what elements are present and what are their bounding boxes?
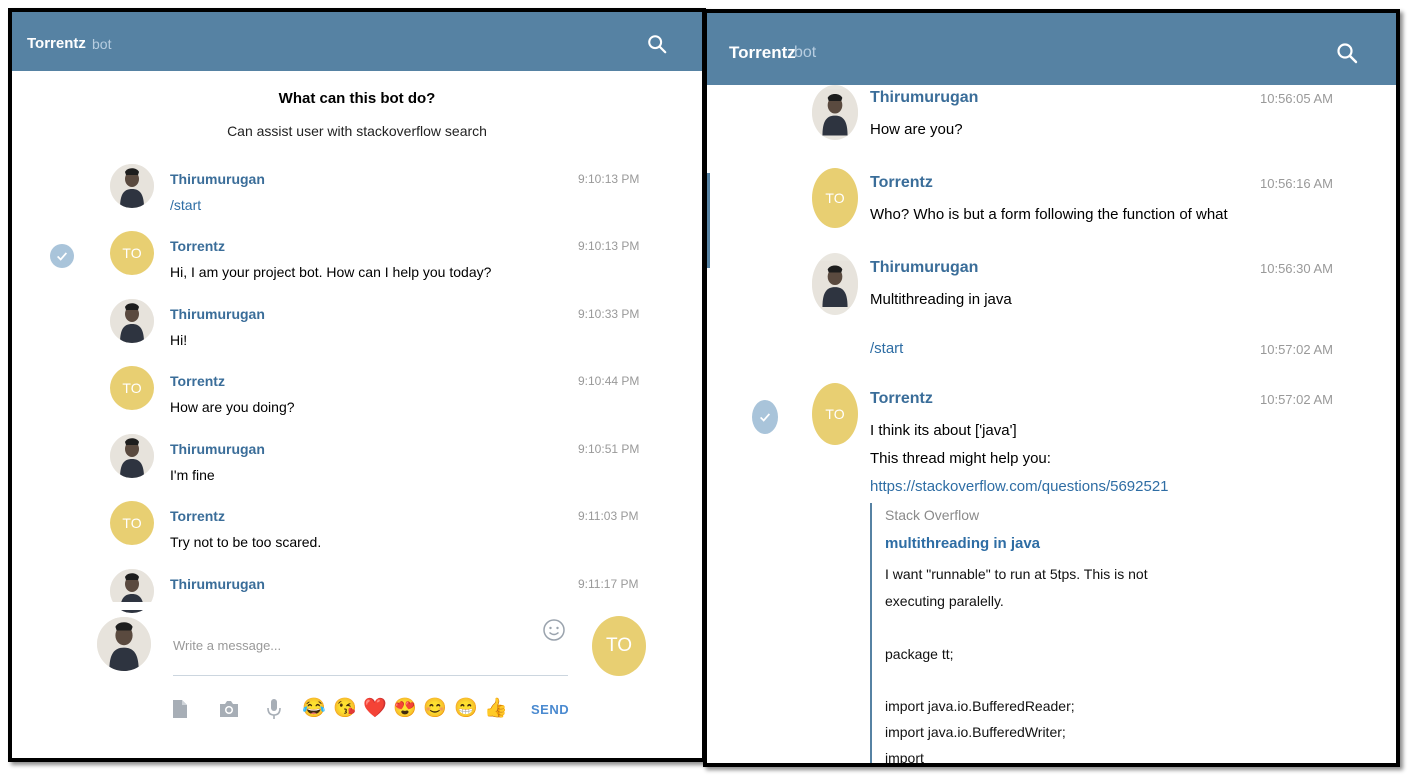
message-sender[interactable]: Thirumurugan xyxy=(870,89,978,107)
emoji-thumbs-up-icon[interactable]: 👍 xyxy=(484,698,508,720)
message-text: I'm fine xyxy=(170,467,215,483)
user-avatar[interactable] xyxy=(812,85,858,140)
message-sender[interactable]: Thirumurugan xyxy=(170,306,265,322)
user-avatar[interactable] xyxy=(110,434,154,478)
current-user-avatar[interactable] xyxy=(97,617,151,671)
selected-check-icon[interactable] xyxy=(50,244,74,268)
emoji-heart-eyes-icon[interactable]: 😍 xyxy=(393,698,417,720)
emoji-grin-icon[interactable]: 😁 xyxy=(454,698,478,720)
bot-avatar[interactable]: TO xyxy=(110,366,154,410)
attach-file-icon[interactable] xyxy=(169,698,191,720)
bot-intro-description: Can assist user with stackoverflow searc… xyxy=(227,123,487,139)
chat-title[interactable]: Torrentz xyxy=(27,35,86,52)
preview-line: executing paralelly. xyxy=(885,593,1004,609)
message-sender[interactable]: Torrentz xyxy=(170,238,225,254)
chat-subtitle: bot xyxy=(92,36,112,52)
message-time: 9:10:44 PM xyxy=(578,374,640,388)
message-input[interactable] xyxy=(173,615,568,676)
message-text: This thread might help you: xyxy=(870,450,1051,467)
user-avatar[interactable] xyxy=(812,253,858,315)
message-text: Who? Who is but a form following the fun… xyxy=(870,206,1228,223)
message-time: 10:56:30 AM xyxy=(1260,261,1333,276)
message-sender[interactable]: Torrentz xyxy=(170,373,225,389)
preview-line: package tt; xyxy=(885,646,954,662)
scroll-indicator[interactable] xyxy=(707,173,710,268)
message-text: Hi, I am your project bot. How can I hel… xyxy=(170,264,492,280)
message-time: 9:11:03 PM xyxy=(578,509,639,523)
message-sender[interactable]: Torrentz xyxy=(870,390,933,408)
message-sender[interactable]: Thirumurugan xyxy=(170,441,265,457)
message-time: 9:10:51 PM xyxy=(578,442,640,456)
message-text[interactable]: /start xyxy=(170,197,201,213)
send-button[interactable]: SEND xyxy=(531,702,569,717)
link-preview[interactable]: Stack Overflow multithreading in java I … xyxy=(870,503,1392,763)
preview-site-name: Stack Overflow xyxy=(885,507,980,523)
preview-line: import xyxy=(885,750,924,766)
selected-check-icon[interactable] xyxy=(752,400,778,434)
chat-title[interactable]: Torrentz xyxy=(729,43,796,63)
message-text[interactable]: /start xyxy=(870,340,903,357)
right-chat-window: Thirumurugan How are you? 10:56:05 AM TO… xyxy=(703,9,1400,767)
message-time: 9:10:13 PM xyxy=(578,172,640,186)
message-sender[interactable]: Thirumurugan xyxy=(170,171,265,187)
message-sender[interactable]: Torrentz xyxy=(170,508,225,524)
preview-line: import java.io.BufferedWriter; xyxy=(885,724,1066,740)
chat-subtitle: bot xyxy=(794,44,817,61)
camera-icon[interactable] xyxy=(218,698,240,720)
message-text: Try not to be too scared. xyxy=(170,534,322,550)
message-time: 9:10:13 PM xyxy=(578,239,640,253)
microphone-icon[interactable] xyxy=(263,698,285,720)
bot-avatar[interactable]: TO xyxy=(812,168,858,228)
bot-avatar[interactable]: TO xyxy=(110,231,154,275)
emoji-kiss-icon[interactable]: 😘 xyxy=(333,698,357,720)
message-text: Multithreading in java xyxy=(870,291,1012,308)
emoji-picker-icon[interactable] xyxy=(542,618,566,642)
user-avatar[interactable] xyxy=(110,299,154,343)
preview-title[interactable]: multithreading in java xyxy=(885,535,1040,552)
emoji-heart-icon[interactable]: ❤️ xyxy=(363,698,387,720)
message-text: Hi! xyxy=(170,332,188,348)
message-sender[interactable]: Torrentz xyxy=(870,174,933,192)
message-sender[interactable]: Thirumurugan xyxy=(170,576,265,592)
bot-avatar[interactable]: TO xyxy=(812,383,858,445)
message-link[interactable]: https://stackoverflow.com/questions/5692… xyxy=(870,478,1169,495)
message-text: I think its about ['java'] xyxy=(870,422,1017,439)
emoji-blush-icon[interactable]: 😊 xyxy=(423,698,447,720)
search-icon[interactable] xyxy=(646,33,668,55)
message-time: 10:56:16 AM xyxy=(1260,176,1333,191)
message-text: How are you doing? xyxy=(170,399,295,415)
search-icon[interactable] xyxy=(1335,40,1359,66)
bot-intro-title: What can this bot do? xyxy=(278,90,436,107)
message-time: 10:56:05 AM xyxy=(1260,91,1333,106)
chat-header: Torrentz bot xyxy=(707,13,1396,85)
message-time: 10:57:02 AM xyxy=(1260,392,1333,407)
message-time: 9:10:33 PM xyxy=(578,307,640,321)
history-clip xyxy=(12,602,702,610)
send-as-avatar[interactable]: TO xyxy=(592,616,646,676)
preview-line: import java.io.BufferedReader; xyxy=(885,698,1075,714)
user-avatar[interactable] xyxy=(110,164,154,208)
left-chat-window: Torrentz bot What can this bot do? Can a… xyxy=(8,8,706,762)
preview-line: I want "runnable" to run at 5tps. This i… xyxy=(885,566,1148,582)
message-time: 10:57:02 AM xyxy=(1260,342,1333,357)
bot-avatar[interactable]: TO xyxy=(110,501,154,545)
message-sender[interactable]: Thirumurugan xyxy=(870,259,978,277)
message-time: 9:11:17 PM xyxy=(578,577,639,591)
message-text: How are you? xyxy=(870,121,963,138)
emoji-joy-icon[interactable]: 😂 xyxy=(302,698,326,720)
chat-header: Torrentz bot xyxy=(12,12,702,71)
